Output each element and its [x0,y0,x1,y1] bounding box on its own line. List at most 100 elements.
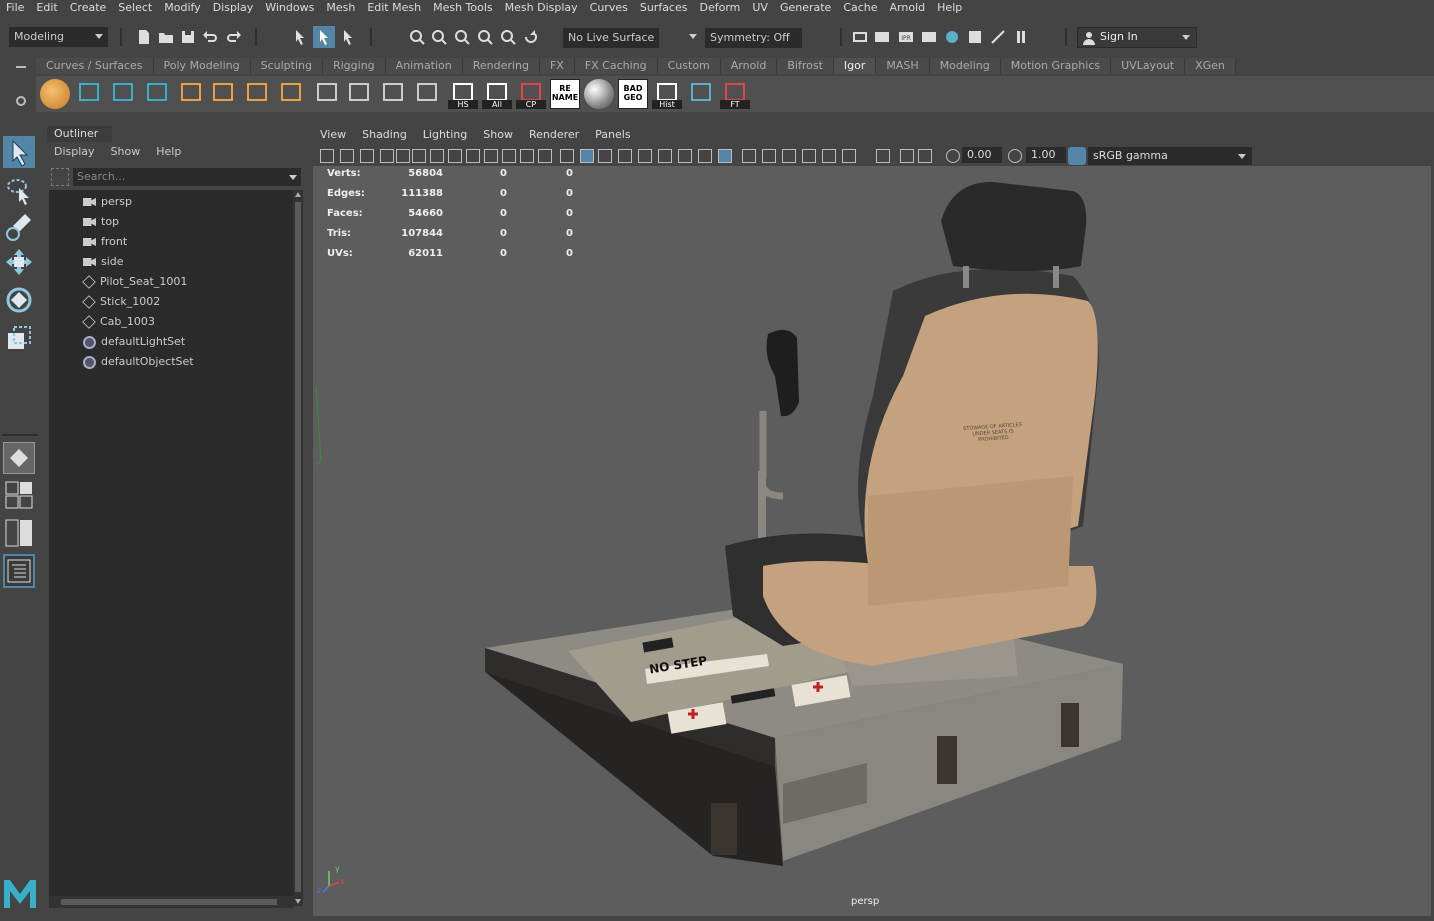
outliner-item-persp[interactable]: persp [83,192,132,212]
chevron-down-icon[interactable] [1238,154,1246,159]
scroll-up-icon[interactable] [295,192,301,197]
snap-grid-icon[interactable] [408,28,426,46]
2d-pan-icon[interactable] [396,149,410,163]
shelf-tab-uvlayout[interactable]: UVLayout [1111,58,1186,74]
pause-icon[interactable] [1012,28,1030,46]
shelf-tab-igor[interactable]: Igor [833,58,877,74]
image-plane-icon[interactable] [380,149,394,163]
chevron-down-icon[interactable] [689,34,697,39]
shelf-tab-sculpting[interactable]: Sculpting [250,58,323,74]
paint-select-tool-icon[interactable] [3,210,35,242]
poly-cube-icon[interactable] [176,79,206,109]
menu-mesh-tools[interactable]: Mesh Tools [427,1,499,15]
chevron-down-icon[interactable] [289,175,297,180]
shelf-tab-motion-graphics[interactable]: Motion Graphics [1000,58,1112,74]
live-surface-field[interactable]: No Live Surface [563,28,659,48]
snap-point-icon[interactable] [453,28,471,46]
bookmark-icon[interactable] [360,149,374,163]
outliner-item-defaultobjectset[interactable]: defaultObjectSet [83,352,194,372]
outliner-layout-button[interactable] [3,554,35,588]
filter-icon[interactable] [51,168,69,186]
menu-cache[interactable]: Cache [837,1,883,15]
shelf-menu-icon[interactable] [16,66,26,68]
rotate-tool-icon[interactable] [3,284,35,316]
freeze-transform-icon[interactable]: FT [720,79,750,109]
shelf-tab-fx-caching[interactable]: FX Caching [574,58,658,74]
viewport-menu-lighting[interactable]: Lighting [415,128,475,144]
menu-deform[interactable]: Deform [693,1,746,15]
render-settings-icon[interactable] [920,28,938,46]
smooth-shade-icon[interactable] [580,149,594,163]
menu-create[interactable]: Create [64,1,113,15]
lasso-tool-icon[interactable] [3,174,35,206]
panel-icon[interactable] [918,149,932,163]
save-scene-icon[interactable] [179,28,197,46]
menu-windows[interactable]: Windows [259,1,320,15]
snap-rotate-icon[interactable] [522,28,540,46]
eye-icon[interactable]: All [482,79,512,109]
use-lights-icon[interactable] [638,149,652,163]
scroll-down-icon[interactable] [295,899,301,904]
viewport-menu-view[interactable]: View [312,128,354,144]
bevel-icon[interactable] [242,79,272,109]
maya-m-icon[interactable] [108,79,138,109]
bind-icon[interactable] [686,79,716,109]
new-scene-icon[interactable] [135,28,153,46]
textured-icon[interactable] [618,149,632,163]
shelf-tab-xgen[interactable]: XGen [1185,58,1236,74]
shelf-tab-animation[interactable]: Animation [385,58,463,74]
grease-pencil-icon[interactable] [412,149,426,163]
maya-m-icon[interactable] [142,79,172,109]
safe-title-icon[interactable] [538,149,552,163]
shelf-tab-rigging[interactable]: Rigging [322,58,386,74]
shelf-tab-fx[interactable]: FX [539,58,575,74]
redo-icon[interactable] [225,28,243,46]
arnold-light-icon[interactable] [989,28,1007,46]
menu-surfaces[interactable]: Surfaces [634,1,694,15]
snap-live-icon[interactable] [499,28,517,46]
menu-file[interactable]: File [0,1,30,15]
anti-alias-icon[interactable] [718,149,732,163]
shelf-tab-rendering[interactable]: Rendering [462,58,540,74]
viewport-menu-shading[interactable]: Shading [354,128,415,144]
default-material-icon[interactable] [598,149,612,163]
3d-viewport[interactable]: y x z NO STEP STOWAGE OF ARTICLES UNDER … [313,166,1431,916]
brush-icon[interactable] [412,79,442,109]
camera-attributes-icon[interactable] [340,149,354,163]
screen-ao-icon[interactable] [678,149,692,163]
render-view-icon[interactable] [851,28,869,46]
sign-in-button[interactable]: Sign In [1077,27,1197,48]
maya-m-icon[interactable] [74,79,104,109]
shadows-icon[interactable] [658,149,672,163]
pencil-icon[interactable] [344,79,374,109]
pivot-icon[interactable]: CP [516,79,546,109]
outliner-item-side[interactable]: side [83,252,124,272]
safe-action-icon[interactable] [520,149,534,163]
single-pane-layout-button[interactable] [3,442,35,474]
exposure-field[interactable]: 0.00 [962,147,1002,163]
gamma-field[interactable]: 1.00 [1026,147,1066,163]
render-frame-icon[interactable] [873,28,891,46]
shelf-tab-modeling[interactable]: Modeling [929,58,1001,74]
menu-select[interactable]: Select [112,1,158,15]
menu-help[interactable]: Help [931,1,968,15]
arnold-render-icon[interactable] [966,28,984,46]
shelf-tab-poly-modeling[interactable]: Poly Modeling [153,58,251,74]
viewport-menu-renderer[interactable]: Renderer [521,128,587,144]
select-tool-button[interactable] [3,136,35,168]
viewport-menu-show[interactable]: Show [475,128,521,144]
outliner-menu-show[interactable]: Show [111,145,141,158]
wireframe-icon[interactable] [560,149,574,163]
outliner-item-stick-1002[interactable]: Stick_1002 [82,292,160,312]
exposure-reset-icon[interactable] [946,149,960,163]
color-management-toggle[interactable] [1068,147,1086,165]
outliner-vertical-scrollbar[interactable] [293,190,303,906]
motion-blur-icon[interactable] [698,149,712,163]
gamma-reset-icon[interactable] [1008,149,1022,163]
frame-all-icon[interactable] [802,149,816,163]
shelf-tab-custom[interactable]: Custom [657,58,721,74]
scale-tool-icon[interactable] [3,322,35,354]
bad-geo-icon[interactable]: BAD GEO [618,79,648,109]
eye-icon[interactable]: HS [448,79,478,109]
xray-joints-icon[interactable] [762,149,776,163]
